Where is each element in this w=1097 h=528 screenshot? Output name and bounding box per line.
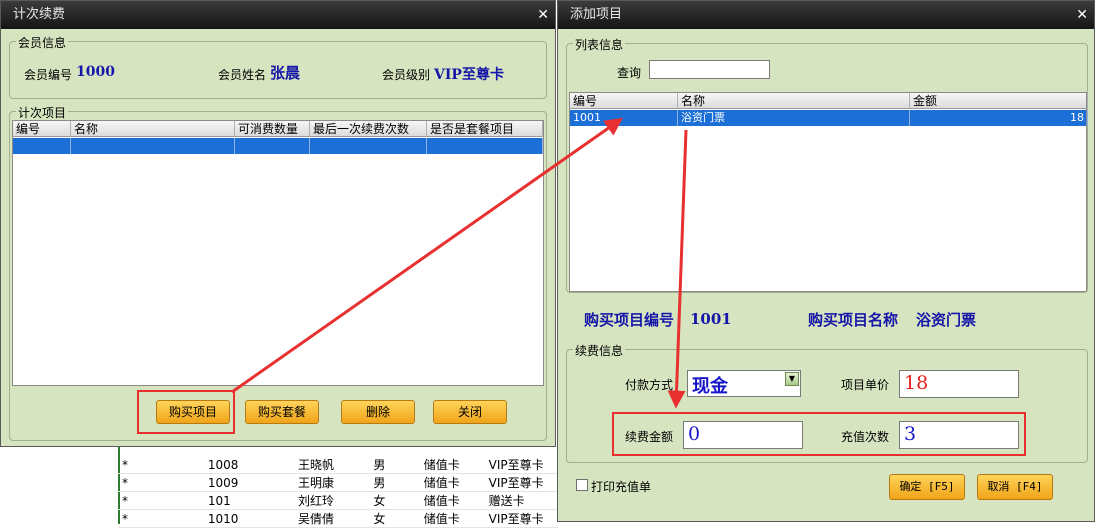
cancel-button[interactable]: 取消 [F4] — [977, 474, 1053, 500]
cell-mark: * — [118, 491, 204, 510]
cell-id: 1010 — [203, 509, 294, 528]
cell-sex: 女 — [369, 509, 420, 528]
grid-cell — [71, 138, 235, 154]
cell-id: 1008 — [203, 456, 294, 474]
search-label: 查询 — [617, 66, 642, 80]
item-list-grid[interactable]: 编号 名称 金额 1001 浴资门票 18 — [569, 92, 1088, 292]
count-items-group: 计次项目 编号 名称 可消费数量 最后一次续费次数 是否是套餐项目 — [9, 104, 547, 441]
cell-sex: 女 — [369, 491, 420, 510]
renew-count-titlebar: 计次续费 ✕ — [1, 1, 555, 29]
chevron-down-icon[interactable]: ▼ — [785, 372, 799, 386]
member-level-label: 会员级别 — [382, 68, 431, 82]
cell-level: VIP至尊卡 — [484, 456, 558, 474]
cell-amount: 18 — [910, 110, 1088, 126]
member-no-label: 会员编号 — [24, 68, 73, 82]
grid-cell — [310, 138, 427, 154]
print-receipt-label: 打印充值单 — [591, 480, 652, 494]
cell-sex: 男 — [369, 456, 420, 474]
member-info-legend: 会员信息 — [16, 34, 69, 51]
col-header[interactable]: 编号 — [13, 121, 71, 137]
unit-price-field[interactable]: 18 — [899, 370, 1019, 398]
grid-header: 编号 名称 金额 — [570, 93, 1088, 109]
cell-card: 储值卡 — [419, 491, 485, 510]
cell-card: 储值卡 — [419, 456, 485, 474]
table-row[interactable] — [13, 138, 543, 154]
list-info-legend: 列表信息 — [573, 36, 626, 53]
member-level-value: VIP至尊卡 — [434, 67, 504, 83]
cell-level: 赠送卡 — [484, 491, 558, 510]
close-icon[interactable]: ✕ — [1076, 1, 1088, 29]
member-no-value: 1000 — [76, 64, 115, 80]
background-member-table: * 1008 王晓帆男储值卡 VIP至尊卡 * 1009 王明康男储值卡 VIP至尊卡 * 101… — [118, 456, 558, 528]
member-name-value: 张晨 — [270, 64, 301, 82]
col-header[interactable]: 是否是套餐项目 — [427, 121, 543, 137]
unit-price-label: 项目单价 — [841, 378, 890, 392]
pay-method-value: 现金 — [692, 376, 728, 397]
grid-header: 编号 名称 可消费数量 最后一次续费次数 是否是套餐项目 — [13, 121, 543, 137]
table-row[interactable]: 1001 浴资门票 18 — [570, 110, 1088, 126]
table-row[interactable]: * 1010 吴倩倩女储值卡 VIP至尊卡 — [118, 509, 558, 528]
cell-sex: 男 — [369, 473, 420, 492]
cell-level: VIP至尊卡 — [484, 509, 558, 528]
buy-name-label: 购买项目名称 — [808, 311, 899, 329]
cell-name: 王晓帆 — [293, 456, 370, 474]
grid-cell — [13, 138, 71, 154]
cell-card: 储值卡 — [419, 509, 485, 528]
cell-name: 吴倩倩 — [293, 509, 370, 528]
add-item-titlebar: 添加项目 ✕ — [558, 1, 1094, 29]
add-item-window: 添加项目 ✕ 列表信息 查询 编号 名称 金额 1001 浴资门票 18 购买项… — [557, 0, 1095, 522]
ok-button[interactable]: 确定 [F5] — [889, 474, 965, 500]
renew-fields-highlight — [612, 412, 1026, 456]
table-row[interactable]: * 1008 王晓帆男储值卡 VIP至尊卡 — [118, 456, 558, 474]
grid-cell — [235, 138, 310, 154]
search-input[interactable] — [649, 60, 770, 79]
member-name-label: 会员姓名 — [218, 68, 267, 82]
buy-no-value: 1001 — [690, 310, 732, 328]
pay-method-select[interactable]: 现金 ▼ — [687, 370, 801, 397]
count-items-legend: 计次项目 — [16, 104, 69, 121]
cell-mark: * — [118, 456, 204, 474]
renew-info-legend: 续费信息 — [573, 342, 626, 359]
buy-no-label: 购买项目编号 — [584, 311, 675, 329]
col-header[interactable]: 名称 — [71, 121, 235, 137]
cell-name: 刘红玲 — [293, 491, 370, 510]
buy-item-button[interactable]: 购买项目 — [156, 400, 230, 424]
unit-price-value: 18 — [904, 372, 929, 394]
cell-name: 王明康 — [293, 473, 370, 492]
col-header[interactable]: 最后一次续费次数 — [310, 121, 427, 137]
member-info-group: 会员信息 会员编号 1000 会员姓名 张晨 会员级别 VIP至尊卡 — [9, 34, 547, 99]
table-row[interactable]: * 1009 王明康男储值卡 VIP至尊卡 — [118, 473, 558, 492]
col-header[interactable]: 名称 — [678, 93, 910, 109]
col-header[interactable]: 可消费数量 — [235, 121, 310, 137]
close-button[interactable]: 关闭 — [433, 400, 507, 424]
window-title: 添加项目 — [570, 7, 623, 22]
pay-method-label: 付款方式 — [625, 378, 674, 392]
cell-id: 101 — [203, 491, 294, 510]
delete-button[interactable]: 删除 — [341, 400, 415, 424]
cell-id: 1001 — [570, 110, 678, 126]
cell-id: 1009 — [203, 473, 294, 492]
list-info-group: 列表信息 查询 编号 名称 金额 1001 浴资门票 18 — [566, 36, 1088, 293]
renew-count-window: 计次续费 ✕ 会员信息 会员编号 1000 会员姓名 张晨 会员级别 VIP至尊… — [0, 0, 556, 447]
cell-mark: * — [118, 509, 204, 528]
window-title: 计次续费 — [13, 7, 66, 22]
buy-name-value: 浴资门票 — [916, 311, 977, 329]
cell-mark: * — [118, 473, 204, 492]
print-receipt-checkbox[interactable] — [576, 479, 588, 491]
close-icon[interactable]: ✕ — [537, 1, 549, 29]
cell-level: VIP至尊卡 — [484, 473, 558, 492]
grid-cell — [427, 138, 543, 154]
buy-package-button[interactable]: 购买套餐 — [245, 400, 319, 424]
col-header[interactable]: 编号 — [570, 93, 678, 109]
cell-name: 浴资门票 — [678, 110, 910, 126]
cell-card: 储值卡 — [419, 473, 485, 492]
col-header[interactable]: 金额 — [910, 93, 1088, 109]
table-row[interactable]: * 101 刘红玲女储值卡 赠送卡 — [118, 491, 558, 510]
count-items-grid[interactable]: 编号 名称 可消费数量 最后一次续费次数 是否是套餐项目 — [12, 120, 544, 386]
